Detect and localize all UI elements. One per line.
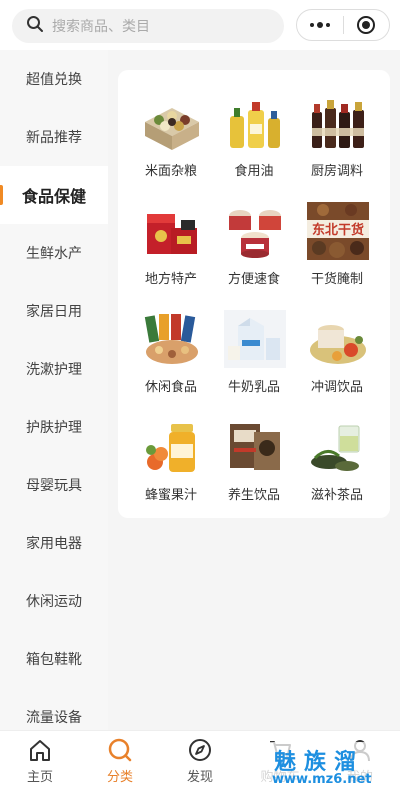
sidebar-item-label: 家用电器	[26, 536, 82, 552]
category-tea[interactable]: 滋补茶品	[292, 418, 382, 524]
tab-label: 主页	[26, 770, 53, 785]
category-label: 休闲食品	[144, 380, 197, 395]
close-target-icon[interactable]	[343, 10, 389, 40]
sidebar-item-bags[interactable]: 箱包鞋靴	[0, 630, 108, 688]
tab-label: 分类	[106, 770, 133, 785]
dried-food-image: 东北干货	[307, 202, 369, 260]
tab-category[interactable]: 分类	[80, 731, 160, 790]
category-label: 牛奶乳品	[227, 380, 280, 395]
category-label: 滋补茶品	[310, 488, 363, 503]
sidebar-item-label: 休闲运动	[26, 594, 82, 610]
mini-program-capsule	[296, 9, 390, 41]
category-dried-food[interactable]: 东北干货 干货腌制	[292, 202, 382, 308]
sidebar-item-skincare[interactable]: 护肤护理	[0, 398, 108, 456]
sidebar-item-new[interactable]: 新品推荐	[0, 108, 108, 166]
svg-text:东北干货: 东北干货	[312, 222, 364, 238]
category-drink[interactable]: 冲调饮品	[292, 310, 382, 416]
sidebar-item-appliance[interactable]: 家用电器	[0, 514, 108, 572]
drink-image	[307, 310, 369, 368]
category-label: 干货腌制	[310, 272, 363, 287]
category-snacks[interactable]: 休闲食品	[126, 310, 216, 416]
tab-home[interactable]: 主页	[0, 731, 80, 790]
snacks-image	[141, 310, 203, 368]
sidebar-item-label: 洗漱护理	[26, 362, 82, 378]
sidebar-item-home[interactable]: 家居日用	[0, 282, 108, 340]
sidebar-item-label: 超值兑换	[26, 72, 82, 88]
sidebar-item-exchange[interactable]: 超值兑换	[0, 50, 108, 108]
tab-discover[interactable]: 发现	[160, 731, 240, 790]
more-options-icon[interactable]	[297, 10, 343, 40]
health-drink-image	[224, 418, 286, 476]
sidebar-item-label: 生鲜水产	[26, 246, 82, 262]
sidebar-item-label: 家居日用	[26, 304, 82, 320]
category-label: 地方特产	[144, 272, 197, 287]
sidebar-item-food[interactable]: 食品保健	[0, 166, 108, 224]
sidebar-item-label: 母婴玩具	[26, 478, 82, 494]
sidebar-item-label: 新品推荐	[26, 130, 82, 146]
category-milk[interactable]: 牛奶乳品	[209, 310, 299, 416]
watermark-url: www.mz6.net	[272, 772, 372, 787]
sidebar-item-baby[interactable]: 母婴玩具	[0, 456, 108, 514]
category-honey[interactable]: 蜂蜜果汁	[126, 418, 216, 524]
tab-label: 发现	[186, 770, 213, 785]
category-label: 蜂蜜果汁	[144, 488, 197, 503]
category-sauce[interactable]: 厨房调料	[292, 94, 382, 200]
category-label: 厨房调料	[310, 164, 363, 179]
category-grain[interactable]: 米面杂粮	[126, 94, 216, 200]
category-label: 米面杂粮	[144, 164, 197, 179]
sidebar-item-label: 箱包鞋靴	[26, 652, 82, 668]
sidebar-item-label: 食品保健	[22, 187, 87, 206]
category-label: 食用油	[234, 164, 274, 179]
oil-image	[224, 94, 286, 152]
category-grid-card: 米面杂粮 食用油 厨房调料 地方特产 方便速食 东北干货 干货腌制 休闲食品 牛…	[118, 70, 390, 518]
search-placeholder[interactable]: 搜索商品、类目	[52, 16, 150, 36]
watermark-logo: 魅族溜 www.mz6.net	[256, 742, 396, 790]
tea-image	[307, 418, 369, 476]
sidebar-item-sports[interactable]: 休闲运动	[0, 572, 108, 630]
category-sidebar: 超值兑换 新品推荐 食品保健 生鲜水产 家居日用 洗漱护理 护肤护理 母婴玩具 …	[0, 50, 108, 730]
category-instant-food[interactable]: 方便速食	[209, 202, 299, 308]
search-box[interactable]: 搜索商品、类目	[12, 9, 284, 43]
search-icon	[26, 15, 44, 37]
honey-image	[141, 418, 203, 476]
sidebar-item-wash[interactable]: 洗漱护理	[0, 340, 108, 398]
milk-image	[224, 310, 286, 368]
category-health-drink[interactable]: 养生饮品	[209, 418, 299, 524]
sidebar-item-label: 流量设备	[26, 710, 82, 726]
sauce-image	[307, 94, 369, 152]
category-oil[interactable]: 食用油	[209, 94, 299, 200]
category-label: 养生饮品	[227, 488, 280, 503]
category-label: 方便速食	[227, 272, 280, 287]
category-label: 冲调饮品	[310, 380, 363, 395]
category-specialty[interactable]: 地方特产	[126, 202, 216, 308]
sidebar-item-label: 护肤护理	[26, 420, 82, 436]
sidebar-item-fresh[interactable]: 生鲜水产	[0, 224, 108, 282]
specialty-image	[141, 202, 203, 260]
instant-food-image	[224, 202, 286, 260]
grain-image	[141, 94, 203, 152]
top-bar: 搜索商品、类目	[0, 0, 400, 50]
